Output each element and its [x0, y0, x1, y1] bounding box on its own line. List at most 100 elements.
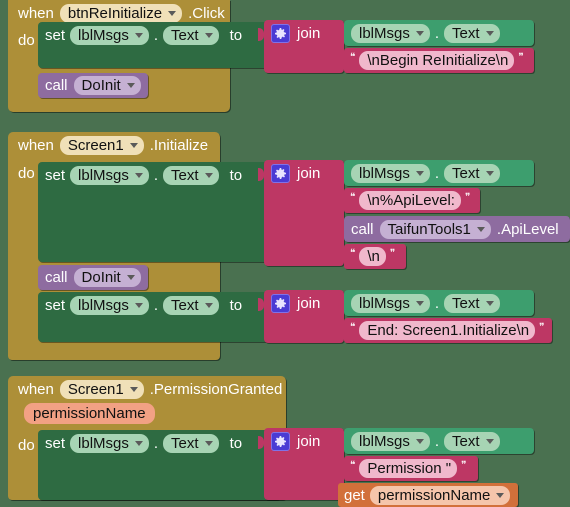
getter-component-dropdown[interactable]: lblMsgs — [351, 293, 430, 313]
event-parameter-row: permissionName — [8, 402, 286, 428]
call-label: call — [45, 76, 68, 94]
setter-block-lblmsgs-text-1[interactable]: set lblMsgs . Text to — [38, 22, 280, 68]
call-row: call TaifunTools1 .ApiLevel — [344, 216, 570, 242]
method-call-taifuntools1-apilevel[interactable]: call TaifunTools1 .ApiLevel — [344, 216, 570, 242]
chevron-down-icon — [126, 274, 135, 280]
getter-row: lblMsgs . Text — [344, 20, 534, 46]
set-label: set — [45, 296, 66, 314]
setter-block-lblmsgs-text-4[interactable]: set lblMsgs . Text to — [38, 430, 280, 500]
setter-block-lblmsgs-text-3[interactable]: set lblMsgs . Text to — [38, 292, 280, 342]
component-dropdown-screen1[interactable]: Screen1 — [59, 379, 144, 399]
property-getter-lblmsgs-text-3[interactable]: lblMsgs . Text — [344, 290, 534, 316]
chevron-down-icon — [415, 30, 424, 36]
to-label: to — [229, 166, 243, 184]
property-name: Text — [452, 164, 480, 182]
chevron-down-icon — [204, 302, 213, 308]
call-label: call — [45, 268, 68, 286]
property-getter-lblmsgs-text-4[interactable]: lblMsgs . Text — [344, 428, 534, 454]
setter-block-lblmsgs-text-2[interactable]: set lblMsgs . Text to — [38, 162, 280, 262]
getter-property-dropdown[interactable]: Text — [444, 163, 500, 183]
join-header: join — [264, 20, 344, 46]
chevron-down-icon — [204, 32, 213, 38]
component-name: lblMsgs — [78, 296, 129, 314]
set-label: set — [45, 166, 66, 184]
join-block-2[interactable]: join — [264, 160, 344, 266]
getter-component-dropdown[interactable]: lblMsgs — [351, 431, 430, 451]
getter-property-dropdown[interactable]: Text — [444, 23, 500, 43]
do-label: do — [18, 32, 35, 49]
procedure-call-doinit-1[interactable]: call DoInit — [38, 73, 148, 98]
variable-getter-permissionname[interactable]: get permissionName — [338, 483, 518, 507]
chevron-down-icon — [126, 82, 135, 88]
setter-component-dropdown[interactable]: lblMsgs — [70, 433, 149, 453]
variable-name: permissionName — [377, 486, 491, 504]
setter-component-dropdown[interactable]: lblMsgs — [70, 165, 149, 185]
text-string-block-apilevel-label[interactable]: ❝ \n%ApiLevel: ❞ — [344, 188, 480, 213]
component-name: Screen1 — [67, 136, 124, 154]
chevron-down-icon — [415, 438, 424, 444]
event-header: when Screen1 .PermissionGranted — [8, 376, 286, 402]
text-value-field[interactable]: \n — [359, 247, 386, 266]
join-header: join — [264, 428, 344, 454]
component-dropdown-btnreinitialize[interactable]: btnReInitialize — [59, 3, 183, 23]
gear-icon[interactable] — [271, 293, 290, 313]
text-string-block-newline[interactable]: ❝ \n ❞ — [344, 244, 406, 269]
getter-row: lblMsgs . Text — [344, 160, 534, 186]
property-getter-lblmsgs-text-1[interactable]: lblMsgs . Text — [344, 20, 534, 46]
procedure-dropdown[interactable]: DoInit — [73, 75, 141, 95]
component-dropdown-taifuntools1[interactable]: TaifunTools1 — [379, 219, 491, 239]
getter-property-dropdown[interactable]: Text — [444, 431, 500, 451]
event-name: .Initialize — [149, 136, 209, 154]
dot-separator: . — [434, 432, 440, 450]
getter-component-dropdown[interactable]: lblMsgs — [351, 23, 430, 43]
getter-component-dropdown[interactable]: lblMsgs — [351, 163, 430, 183]
gear-icon[interactable] — [271, 23, 290, 43]
setter-component-dropdown[interactable]: lblMsgs — [70, 25, 149, 45]
event-parameter-permissionname[interactable]: permissionName — [24, 403, 155, 424]
setter-property-dropdown[interactable]: Text — [163, 165, 219, 185]
to-label: to — [229, 26, 243, 44]
text-string-block-end-initialize[interactable]: ❝ End: Screen1.Initialize\n ❞ — [344, 318, 552, 343]
component-name: lblMsgs — [78, 434, 129, 452]
close-quote-icon: ❞ — [461, 460, 467, 471]
setter-property-dropdown[interactable]: Text — [163, 295, 219, 315]
text-string-block-permission[interactable]: ❝ Permission " ❞ — [344, 456, 478, 481]
setter-component-dropdown[interactable]: lblMsgs — [70, 295, 149, 315]
open-quote-icon: ❝ — [350, 248, 356, 259]
setter-property-dropdown[interactable]: Text — [163, 25, 219, 45]
join-block-4[interactable]: join — [264, 428, 344, 500]
text-value-field[interactable]: Permission " — [359, 459, 458, 478]
chevron-down-icon — [496, 492, 505, 498]
procedure-dropdown[interactable]: DoInit — [73, 267, 141, 287]
chevron-down-icon — [134, 172, 143, 178]
component-dropdown-screen1[interactable]: Screen1 — [59, 135, 144, 155]
set-label: set — [45, 434, 66, 452]
gear-icon[interactable] — [271, 431, 290, 451]
procedure-call-doinit-2[interactable]: call DoInit — [38, 265, 148, 290]
variable-dropdown[interactable]: permissionName — [369, 485, 511, 505]
join-block-1[interactable]: join — [264, 20, 344, 73]
text-value-field[interactable]: \nBegin ReInitialize\n — [359, 51, 515, 70]
property-getter-lblmsgs-text-2[interactable]: lblMsgs . Text — [344, 160, 534, 186]
blocks-canvas[interactable]: when btnReInitialize .Click do set lblMs… — [0, 0, 570, 507]
text-value-field[interactable]: \n%ApiLevel: — [359, 191, 461, 210]
join-header: join — [264, 160, 344, 186]
component-name: TaifunTools1 — [387, 220, 471, 238]
setter-property-dropdown[interactable]: Text — [163, 433, 219, 453]
property-name: Text — [171, 26, 199, 44]
chevron-down-icon — [134, 440, 143, 446]
gear-icon[interactable] — [271, 163, 290, 183]
call-row: call DoInit — [38, 265, 148, 289]
text-string-block-1[interactable]: ❝ \nBegin ReInitialize\n ❞ — [344, 48, 534, 73]
property-name: Text — [171, 296, 199, 314]
close-quote-icon: ❞ — [389, 248, 396, 259]
join-block-3[interactable]: join — [264, 290, 344, 343]
chevron-down-icon — [204, 440, 213, 446]
open-quote-icon: ❝ — [350, 322, 356, 333]
do-label: do — [18, 165, 35, 182]
procedure-name: DoInit — [81, 76, 121, 94]
to-label: to — [229, 296, 243, 314]
getter-property-dropdown[interactable]: Text — [444, 293, 500, 313]
text-value-field[interactable]: End: Screen1.Initialize\n — [359, 321, 536, 340]
set-label: set — [45, 26, 66, 44]
